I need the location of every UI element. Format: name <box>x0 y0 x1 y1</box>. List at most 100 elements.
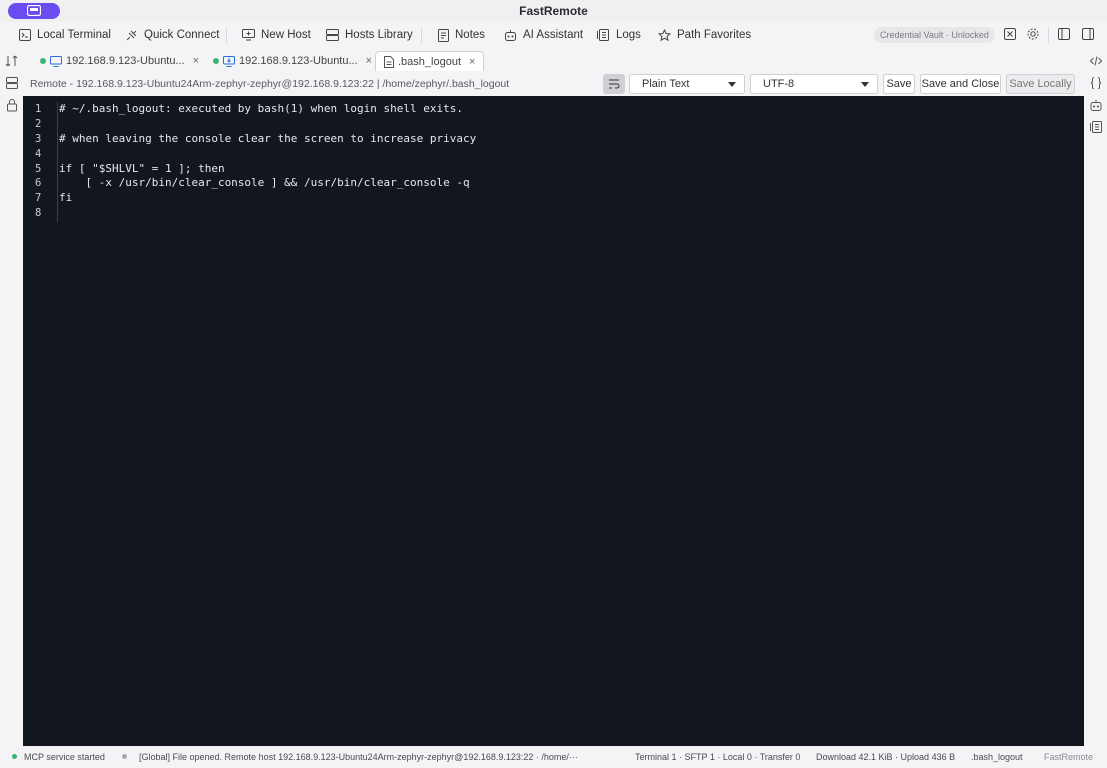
ai-rail-button[interactable] <box>1089 98 1103 112</box>
plug-icon <box>126 30 137 40</box>
monitor-plus-icon <box>242 29 255 41</box>
code-icon <box>1089 56 1103 66</box>
tab-bash-logout[interactable]: .bash_logout × <box>375 51 485 71</box>
message-status-dot <box>122 754 127 759</box>
credential-vault-status[interactable]: Credential Vault · Unlocked <box>874 27 995 43</box>
braces-icon <box>1090 77 1102 89</box>
code-line: # ~/.bash_logout: executed by bash(1) wh… <box>59 102 463 115</box>
path-favorites-button[interactable]: Path Favorites <box>658 27 751 43</box>
close-box-icon <box>1004 28 1016 40</box>
monitor-transfer-icon <box>223 55 235 67</box>
panel-left-icon <box>1058 28 1070 40</box>
file-path: Remote - 192.168.9.123-Ubuntu24Arm-zephy… <box>30 78 510 90</box>
toggle-left-panel-button[interactable] <box>1057 27 1073 43</box>
note-icon <box>438 28 449 42</box>
path-favorites-label: Path Favorites <box>677 29 752 41</box>
toolbar-divider <box>421 27 422 43</box>
logs-icon <box>1090 121 1102 133</box>
new-host-label: New Host <box>261 29 311 41</box>
tab-close-button[interactable]: × <box>193 55 199 67</box>
close-all-button[interactable] <box>1003 27 1019 43</box>
logs-label: Logs <box>616 29 641 41</box>
session-tabs: 192.168.9.123-Ubuntu... × 192.168.9.123-… <box>23 48 1084 72</box>
gear-icon <box>1027 28 1039 40</box>
server-icon <box>6 77 18 89</box>
tab-close-button[interactable]: × <box>469 56 475 68</box>
code-editor[interactable]: 1 2 3 4 5 6 7 8 # ~/.bash_logout: execut… <box>23 96 1084 746</box>
encoding-value: UTF-8 <box>763 78 795 90</box>
connected-status-dot <box>213 58 219 64</box>
robot-icon <box>505 30 516 41</box>
transfer-stats: Download 42.1 KiB · Upload 436 B <box>816 752 956 762</box>
notes-label: Notes <box>455 29 486 41</box>
save-button[interactable]: Save <box>883 74 915 94</box>
connections-icon <box>5 55 18 67</box>
star-icon <box>658 28 671 41</box>
tab-sftp-session[interactable]: 192.168.9.123-Ubuntu... × <box>213 51 372 71</box>
settings-button[interactable] <box>1026 27 1042 43</box>
local-terminal-button[interactable]: Local Terminal <box>19 27 111 43</box>
chevron-down-icon <box>728 82 736 87</box>
notes-button[interactable]: Notes <box>438 27 485 43</box>
code-line: [ -x /usr/bin/clear_console ] && /usr/bi… <box>59 176 470 190</box>
line-number: 6 <box>35 177 42 190</box>
hosts-rail-button[interactable] <box>5 76 19 90</box>
line-number-gutter: 1 2 3 4 5 6 7 8 <box>23 102 57 221</box>
new-host-button[interactable]: New Host <box>242 27 311 43</box>
ai-assistant-button[interactable]: AI Assistant <box>504 27 583 43</box>
local-terminal-label: Local Terminal <box>37 29 111 41</box>
panel-right-icon <box>1082 28 1094 40</box>
line-number: 3 <box>35 132 42 145</box>
current-file: .bash_logout <box>971 752 1023 762</box>
line-number: 1 <box>35 103 42 115</box>
logs-button[interactable]: Logs <box>597 27 641 43</box>
line-number: 4 <box>35 147 42 160</box>
code-lines: # ~/.bash_logout: executed by bash(1) wh… <box>59 102 476 221</box>
save-locally-button[interactable]: Save Locally <box>1006 74 1075 94</box>
main-toolbar: Local Terminal Quick Connect New Host Ho… <box>0 22 1107 48</box>
mcp-status-dot <box>12 754 17 759</box>
code-rail-button[interactable] <box>1089 54 1103 68</box>
hosts-library-button[interactable]: Hosts Library <box>326 27 413 43</box>
tab-label: 192.168.9.123-Ubuntu... <box>66 55 185 67</box>
line-number: 2 <box>35 117 42 130</box>
quick-connect-button[interactable]: Quick Connect <box>125 27 219 43</box>
encoding-select[interactable]: UTF-8 <box>750 74 878 94</box>
word-wrap-toggle[interactable] <box>603 74 625 94</box>
logs-rail-button[interactable] <box>1089 120 1103 134</box>
logs-icon <box>597 29 609 41</box>
file-icon <box>384 55 394 68</box>
tab-close-button[interactable]: × <box>366 55 372 67</box>
left-rail <box>0 48 23 746</box>
vault-rail-button[interactable] <box>5 98 19 112</box>
toolbar-divider <box>1048 27 1049 43</box>
lock-icon <box>7 99 17 112</box>
syntax-select[interactable]: Plain Text <box>629 74 745 94</box>
line-number: 5 <box>35 162 42 175</box>
braces-rail-button[interactable] <box>1089 76 1103 90</box>
toolbar-divider <box>226 27 227 43</box>
status-bar: MCP service started [Global] File opened… <box>0 746 1107 768</box>
tab-label: .bash_logout <box>398 55 461 68</box>
tab-terminal-session[interactable]: 192.168.9.123-Ubuntu... × <box>40 51 199 71</box>
wrap-lines-icon <box>609 79 620 89</box>
connections-rail-button[interactable] <box>5 54 19 68</box>
code-line: fi <box>59 191 73 205</box>
terminal-icon <box>19 29 31 41</box>
hosts-library-label: Hosts Library <box>345 29 413 41</box>
robot-icon <box>1090 100 1102 111</box>
window-title: FastRemote <box>519 4 588 18</box>
syntax-value: Plain Text <box>642 78 690 90</box>
server-icon <box>326 29 339 41</box>
right-rail <box>1084 48 1107 746</box>
line-number: 8 <box>35 207 42 220</box>
editor-header: Remote - 192.168.9.123-Ubuntu24Arm-zephy… <box>23 72 1084 96</box>
save-and-close-button[interactable]: Save and Close <box>920 74 1001 94</box>
tab-label: 192.168.9.123-Ubuntu... <box>239 55 358 67</box>
mcp-status: MCP service started <box>24 752 105 762</box>
quick-connect-label: Quick Connect <box>144 29 220 41</box>
toggle-right-panel-button[interactable] <box>1081 27 1097 43</box>
code-line: # when leaving the console clear the scr… <box>59 131 477 145</box>
